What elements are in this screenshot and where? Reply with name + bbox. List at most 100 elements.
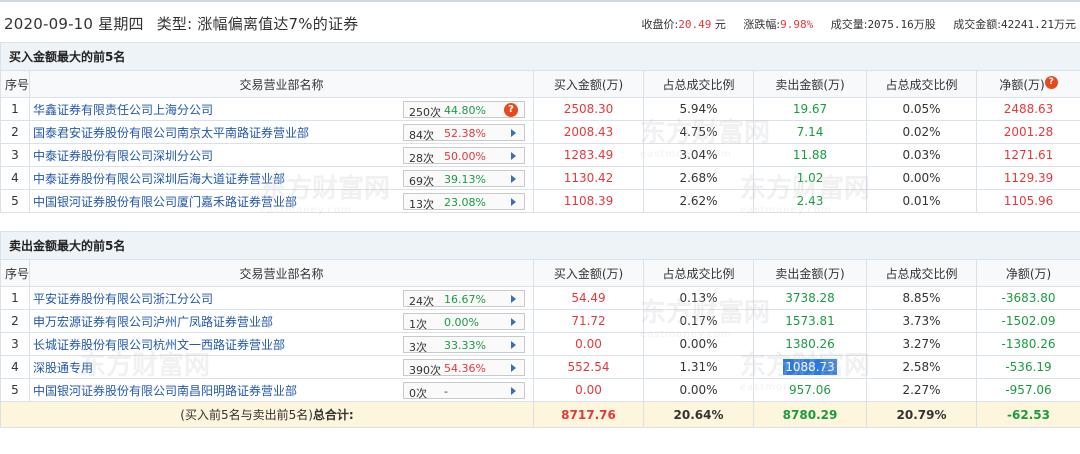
table-row: 2 国泰君安证券股份有限公司南京太平南路证券营业部 84次 52.38% 2008.43… (0, 120, 1080, 144)
buy-table-header: 序号 交易营业部名称 买入金额(万) 占总成交比例 卖出金额(万) 占总成交比例… (0, 70, 1080, 98)
play-arrow-icon[interactable] (511, 341, 516, 349)
branch-stat-box[interactable]: 0次 - (403, 382, 525, 400)
row-index: 4 (0, 355, 30, 379)
branch-stat-box[interactable]: 69次 39.13% (403, 170, 525, 188)
appear-count: 250次 (409, 106, 441, 119)
row-index: 1 (0, 97, 30, 121)
play-arrow-icon[interactable] (511, 129, 516, 137)
buy-ratio: 0.00% (643, 378, 754, 402)
sell-amount: 2.43 (753, 189, 867, 213)
net-amount: -957.06 (975, 378, 1080, 402)
win-rate: 50.00% (444, 150, 486, 163)
trade-date: 2020-09-10 (4, 15, 94, 33)
quote-stats: 收盘价:20.49 元 涨跌幅:9.98% 成交量:2075.16万股 成交金额… (628, 16, 1076, 32)
play-arrow-icon[interactable] (511, 387, 516, 395)
net-amount: 1271.61 (975, 143, 1080, 167)
close-price: 收盘价:20.49 元 (641, 18, 726, 31)
net-amount: -1380.26 (975, 332, 1080, 356)
buy-amount: 2008.43 (533, 120, 644, 144)
buy-amount: 0.00 (533, 332, 644, 356)
net-amount: 1129.39 (975, 166, 1080, 190)
branch-cell: 平安证券股份有限公司浙江分公司 24次 16.67% (29, 286, 534, 310)
sell-ratio: 0.05% (866, 97, 977, 121)
sell-section-title: 卖出金额最大的前5名 (0, 231, 1080, 260)
branch-cell: 国泰君安证券股份有限公司南京太平南路证券营业部 84次 52.38% (29, 120, 534, 144)
appear-count: 3次 (409, 341, 427, 354)
table-row: 4 深股通专用 390次 54.36% 552.54 1.31% 1088.73 2.58% -… (0, 355, 1080, 379)
win-rate: 39.13% (444, 173, 486, 186)
buy-amount: 2508.30 (533, 97, 644, 121)
branch-link[interactable]: 中国银河证券股份有限公司厦门嘉禾路证券营业部 (33, 195, 297, 209)
branch-cell: 华鑫证券有限责任公司上海分公司 250次 44.80%? (29, 97, 534, 121)
branch-link[interactable]: 申万宏源证券有限公司泸州广凤路证券营业部 (33, 315, 273, 329)
help-icon[interactable]: ? (504, 103, 518, 117)
total-label: (买入前5名与卖出前5名)总合计: (0, 401, 534, 428)
sell-amount: 19.67 (753, 97, 867, 121)
net-amount: -536.19 (975, 355, 1080, 379)
buy-ratio: 2.62% (643, 189, 754, 213)
branch-stat-box[interactable]: 390次 54.36% (403, 359, 525, 377)
net-amount: -1502.09 (975, 309, 1080, 333)
branch-cell: 中泰证券股份有限公司深圳分公司 28次 50.00% (29, 143, 534, 167)
total-row: (买入前5名与卖出前5名)总合计: 8717.76 20.64% 8780.29… (0, 401, 1080, 428)
net-amount: -3683.80 (975, 286, 1080, 310)
turnover: 成交金额:42241.21万元 (953, 18, 1076, 31)
branch-link[interactable]: 平安证券股份有限公司浙江分公司 (33, 292, 213, 306)
win-rate: 44.80% (444, 104, 486, 117)
col-name: 交易营业部名称 (29, 259, 534, 287)
branch-link[interactable]: 中泰证券股份有限公司深圳分公司 (33, 149, 213, 163)
branch-cell: 申万宏源证券有限公司泸州广凤路证券营业部 1次 0.00% (29, 309, 534, 333)
row-index: 3 (0, 332, 30, 356)
play-arrow-icon[interactable] (511, 175, 516, 183)
play-arrow-icon[interactable] (511, 295, 516, 303)
sell-amount: 1.02 (753, 166, 867, 190)
play-arrow-icon[interactable] (511, 152, 516, 160)
branch-cell: 中泰证券股份有限公司深圳后海大道证券营业部 69次 39.13% (29, 166, 534, 190)
sell-top5-table: 卖出金额最大的前5名 序号 交易营业部名称 买入金额(万) 占总成交比例 卖出金… (0, 231, 1080, 428)
sell-amount: 1088.73 (753, 355, 867, 379)
sell-ratio: 3.27% (866, 332, 977, 356)
page-title: 2020-09-10 星期四 类型: 涨幅偏离值达7%的证券 (4, 13, 358, 34)
branch-stat-box[interactable]: 24次 16.67% (403, 290, 525, 308)
branch-link[interactable]: 华鑫证券有限责任公司上海分公司 (33, 103, 213, 117)
col-sell: 卖出金额(万) (753, 70, 867, 98)
win-rate: 33.33% (444, 339, 486, 352)
branch-link[interactable]: 长城证券股份有限公司杭州文一西路证券营业部 (33, 338, 285, 352)
branch-stat-box[interactable]: 3次 33.33% (403, 336, 525, 354)
buy-ratio: 0.00% (643, 332, 754, 356)
table-row: 2 申万宏源证券有限公司泸州广凤路证券营业部 1次 0.00% 71.72 0.17% 15… (0, 309, 1080, 333)
sell-amount: 1573.81 (753, 309, 867, 333)
row-index: 5 (0, 378, 30, 402)
branch-stat-box[interactable]: 250次 44.80%? (403, 101, 525, 119)
sell-ratio: 0.03% (866, 143, 977, 167)
appear-count: 390次 (409, 364, 441, 377)
branch-cell: 中国银河证券股份有限公司南昌阳明路证券营业部 0次 - (29, 378, 534, 402)
col-net: 净额(万)? (975, 70, 1080, 98)
buy-amount: 1283.49 (533, 143, 644, 167)
branch-link[interactable]: 中泰证券股份有限公司深圳后海大道证券营业部 (33, 172, 285, 186)
play-arrow-icon[interactable] (511, 198, 516, 206)
branch-stat-box[interactable]: 84次 52.38% (403, 124, 525, 142)
sell-ratio: 2.27% (866, 378, 977, 402)
win-rate: 54.36% (444, 362, 486, 375)
branch-link[interactable]: 国泰君安证券股份有限公司南京太平南路证券营业部 (33, 126, 309, 140)
total-buy-ratio: 20.64% (643, 401, 754, 428)
branch-cell: 深股通专用 390次 54.36% (29, 355, 534, 379)
play-arrow-icon[interactable] (511, 318, 516, 326)
table-row: 3 长城证券股份有限公司杭州文一西路证券营业部 3次 33.33% 0.00 0.00% 1… (0, 332, 1080, 356)
branch-link[interactable]: 中国银河证券股份有限公司南昌阳明路证券营业部 (33, 384, 297, 398)
help-icon[interactable]: ? (1044, 75, 1058, 89)
col-sell-ratio: 占总成交比例 (866, 259, 977, 287)
col-net: 净额(万) (975, 259, 1080, 287)
branch-stat-box[interactable]: 28次 50.00% (403, 147, 525, 165)
branch-stat-box[interactable]: 1次 0.00% (403, 313, 525, 331)
sell-ratio: 8.85% (866, 286, 977, 310)
play-arrow-icon[interactable] (511, 364, 516, 372)
buy-ratio: 5.94% (643, 97, 754, 121)
sell-table-header: 序号 交易营业部名称 买入金额(万) 占总成交比例 卖出金额(万) 占总成交比例… (0, 259, 1080, 287)
branch-stat-box[interactable]: 13次 23.08% (403, 193, 525, 211)
win-rate: - (444, 385, 448, 398)
col-idx: 序号 (0, 259, 30, 287)
branch-link[interactable]: 深股通专用 (33, 361, 93, 375)
sell-ratio: 2.58% (866, 355, 977, 379)
